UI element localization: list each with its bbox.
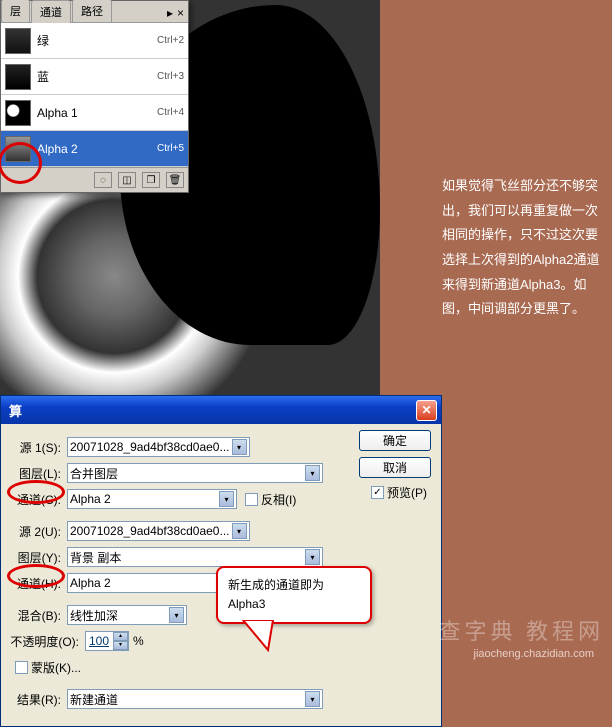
chevron-down-icon: ▾ xyxy=(232,523,247,539)
ok-button[interactable]: 确定 xyxy=(359,430,431,451)
source2-label: 源 2(U): xyxy=(9,523,67,540)
result-combo[interactable]: 新建通道 ▾ xyxy=(67,689,323,709)
channel2-combo[interactable]: Alpha 2 ▾ xyxy=(67,573,237,593)
panel-footer: ◌ ◫ ❐ 🗑 xyxy=(1,167,188,192)
source1-label: 源 1(S): xyxy=(9,439,67,456)
new-channel-icon[interactable]: ❐ xyxy=(142,172,160,188)
layer2-combo[interactable]: 背景 副本 ▾ xyxy=(67,547,323,567)
channel-name: Alpha 1 xyxy=(37,106,157,120)
mask-label: 蒙版(K)... xyxy=(31,659,81,676)
spinner-arrows[interactable]: ▴▾ xyxy=(113,632,128,650)
checkbox-icon xyxy=(15,661,28,674)
close-button[interactable]: ✕ xyxy=(416,400,437,421)
combo-value: 新建通道 xyxy=(70,691,303,708)
channel-item-blue[interactable]: 蓝 Ctrl+3 xyxy=(1,59,188,95)
tab-channels[interactable]: 通道 xyxy=(31,0,71,23)
dialog-side-buttons: 确定 取消 预览(P) xyxy=(359,430,431,501)
channel-item-alpha1[interactable]: Alpha 1 Ctrl+4 xyxy=(1,95,188,131)
combo-value: Alpha 2 xyxy=(70,576,217,590)
panel-menu-icons: ▸ × xyxy=(163,4,188,22)
channel-thumb xyxy=(5,28,31,54)
source2-combo[interactable]: 20071028_9ad4bf38cd0ae0... ▾ xyxy=(67,521,250,541)
blend-label: 混合(B): xyxy=(9,607,67,624)
channel-shortcut: Ctrl+2 xyxy=(157,35,184,46)
channel-shortcut: Ctrl+4 xyxy=(157,107,184,118)
channel-shortcut: Ctrl+5 xyxy=(157,143,184,154)
watermark-brand: 查字典 教程网 xyxy=(438,614,604,646)
channel1-combo[interactable]: Alpha 2 ▾ xyxy=(67,489,237,509)
layer1-combo[interactable]: 合并图层 ▾ xyxy=(67,463,323,483)
checkbox-icon xyxy=(371,486,384,499)
tab-paths[interactable]: 路径 xyxy=(72,0,112,22)
blend-combo[interactable]: 线性加深 ▾ xyxy=(67,605,187,625)
percent-label: % xyxy=(133,634,144,648)
tab-layers[interactable]: 层 xyxy=(1,0,30,22)
channel1-label: 通道(C): xyxy=(9,491,67,508)
calculations-dialog: 算 ✕ 确定 取消 预览(P) 源 1(S): 20071028_9ad4bf3… xyxy=(0,395,442,727)
watermark-url: jiaocheng.chazidian.com xyxy=(474,648,594,660)
opacity-value: 100 xyxy=(86,634,113,648)
channel-list: 绿 Ctrl+2 蓝 Ctrl+3 Alpha 1 Ctrl+4 Alpha 2… xyxy=(1,23,188,167)
invert1-checkbox[interactable]: 反相(I) xyxy=(245,491,296,508)
instruction-text: 如果觉得飞丝部分还不够突出，我们可以再重复做一次相同的操作，只不过这次要选择上次… xyxy=(442,174,602,322)
dialog-title: 算 xyxy=(5,401,416,420)
channel-thumb xyxy=(5,100,31,126)
combo-value: 合并图层 xyxy=(70,465,303,482)
callout-tail-icon xyxy=(238,620,278,652)
panel-collapse-icon[interactable]: ▸ xyxy=(167,6,173,20)
channel-thumb xyxy=(5,136,31,162)
layer2-label: 图层(Y): xyxy=(9,549,67,566)
combo-value: 背景 副本 xyxy=(70,549,303,566)
combo-value: 20071028_9ad4bf38cd0ae0... xyxy=(70,524,230,538)
chevron-down-icon: ▾ xyxy=(169,607,184,623)
opacity-label: 不透明度(O): xyxy=(9,633,85,650)
preview-label: 预览(P) xyxy=(387,484,427,501)
preview-checkbox[interactable]: 预览(P) xyxy=(371,484,427,501)
callout-line2: Alpha3 xyxy=(228,595,360,614)
load-selection-icon[interactable]: ◌ xyxy=(94,172,112,188)
panel-close-icon[interactable]: × xyxy=(177,6,184,20)
channel-shortcut: Ctrl+3 xyxy=(157,71,184,82)
channel2-label: 通道(H): xyxy=(9,575,67,592)
cancel-button[interactable]: 取消 xyxy=(359,457,431,478)
combo-value: 线性加深 xyxy=(70,607,167,624)
channel-name: 蓝 xyxy=(37,68,157,85)
checkbox-icon xyxy=(245,493,258,506)
annotation-callout: 新生成的通道即为 Alpha3 xyxy=(216,566,372,624)
chevron-down-icon: ▾ xyxy=(305,549,320,565)
combo-value: Alpha 2 xyxy=(70,492,217,506)
panel-tabs: 层 通道 路径 ▸ × xyxy=(1,1,188,23)
invert1-label: 反相(I) xyxy=(261,491,296,508)
chevron-down-icon: ▾ xyxy=(232,439,247,455)
save-selection-icon[interactable]: ◫ xyxy=(118,172,136,188)
chevron-down-icon: ▾ xyxy=(219,491,234,507)
channel-item-green[interactable]: 绿 Ctrl+2 xyxy=(1,23,188,59)
opacity-spinner[interactable]: 100 ▴▾ xyxy=(85,631,129,651)
channel-item-alpha2[interactable]: Alpha 2 Ctrl+5 xyxy=(1,131,188,167)
channel-thumb xyxy=(5,64,31,90)
result-label: 结果(R): xyxy=(9,691,67,708)
mask-checkbox[interactable]: 蒙版(K)... xyxy=(15,659,81,676)
delete-channel-icon[interactable]: 🗑 xyxy=(166,172,184,188)
chevron-down-icon: ▾ xyxy=(305,691,320,707)
chevron-down-icon: ▾ xyxy=(305,465,320,481)
combo-value: 20071028_9ad4bf38cd0ae0... xyxy=(70,440,230,454)
source1-combo[interactable]: 20071028_9ad4bf38cd0ae0... ▾ xyxy=(67,437,250,457)
channels-panel: 层 通道 路径 ▸ × 绿 Ctrl+2 蓝 Ctrl+3 Alpha 1 Ct… xyxy=(0,0,189,193)
callout-line1: 新生成的通道即为 xyxy=(228,576,360,595)
channel-name: Alpha 2 xyxy=(37,142,157,156)
dialog-titlebar[interactable]: 算 ✕ xyxy=(1,396,441,424)
channel-name: 绿 xyxy=(37,32,157,49)
layer1-label: 图层(L): xyxy=(9,465,67,482)
